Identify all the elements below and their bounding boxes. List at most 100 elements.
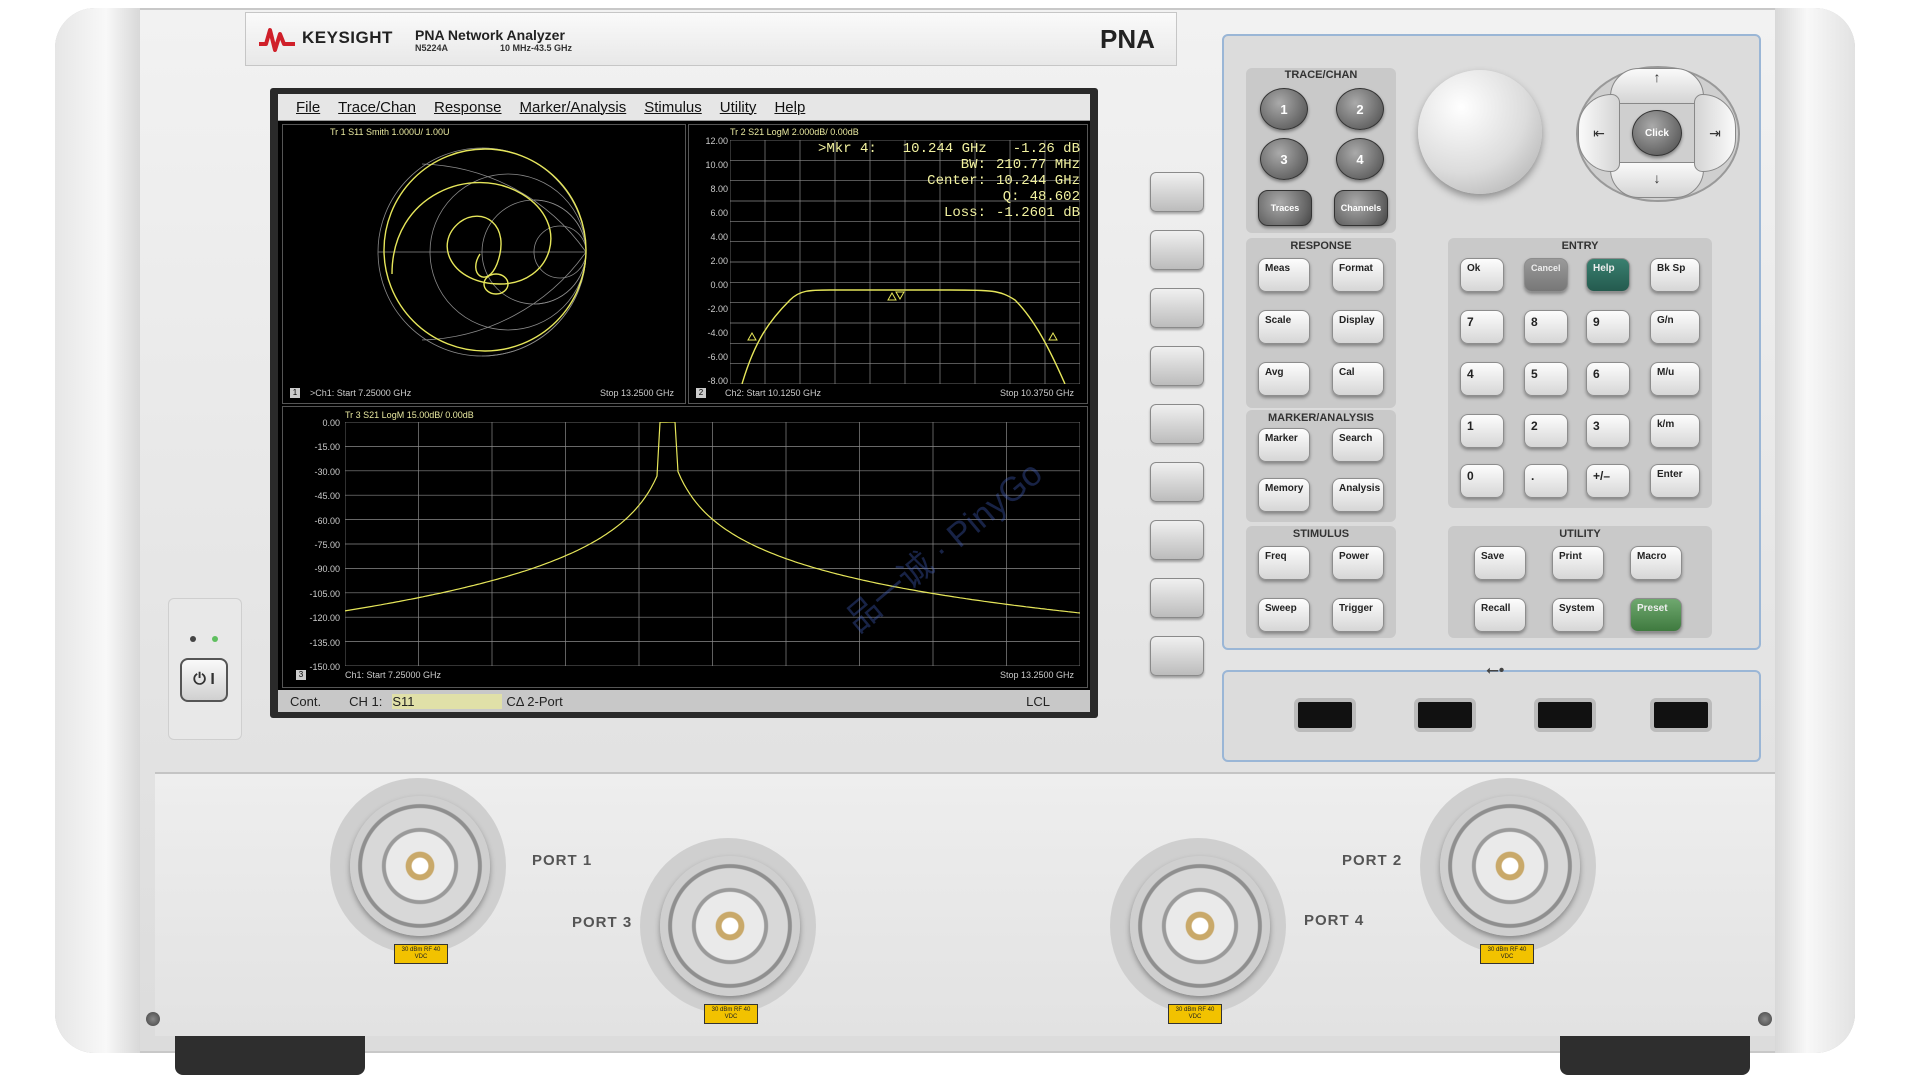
power-button[interactable]: ⏻ I (180, 658, 228, 702)
cal-status: CΔ 2-Port (506, 693, 563, 709)
remote-status: LCL (1026, 693, 1050, 709)
softkey-3[interactable] (1150, 288, 1204, 328)
preset-key[interactable]: Preset (1630, 598, 1682, 632)
usb-port-2[interactable] (1414, 698, 1476, 732)
key-7[interactable]: 7 (1460, 310, 1504, 344)
print-key[interactable]: Print (1552, 546, 1604, 580)
avg-key[interactable]: Avg (1258, 362, 1310, 396)
macro-key[interactable]: Macro (1630, 546, 1682, 580)
plus-minus-key[interactable]: +/– (1586, 464, 1630, 498)
pane1-start: >Ch1: Start 7.25000 GHz (310, 388, 412, 398)
click-button[interactable]: Click (1632, 110, 1682, 156)
active-parameter[interactable]: S11 (392, 693, 503, 709)
key-3[interactable]: 3 (1586, 414, 1630, 448)
search-key[interactable]: Search (1332, 428, 1384, 462)
series-name: PNA (1100, 24, 1155, 54)
power-led-icon (212, 636, 218, 642)
kilo-milli-key[interactable]: k/m (1650, 414, 1700, 448)
stimulus-title: STIMULUS (1292, 528, 1350, 540)
menu-marker-analysis[interactable]: Marker/Analysis (520, 99, 627, 116)
cal-key[interactable]: Cal (1332, 362, 1384, 396)
marker-key[interactable]: Marker (1258, 428, 1310, 462)
channel-key-2[interactable]: 2 (1336, 88, 1384, 130)
key-8[interactable]: 8 (1524, 310, 1568, 344)
softkey-9[interactable] (1150, 636, 1204, 676)
power-key[interactable]: Power (1332, 546, 1384, 580)
port1-connector[interactable] (350, 796, 490, 936)
key-6[interactable]: 6 (1586, 362, 1630, 396)
menu-response[interactable]: Response (434, 99, 502, 116)
key-5[interactable]: 5 (1524, 362, 1568, 396)
softkey-6[interactable] (1150, 462, 1204, 502)
key-0[interactable]: 0 (1460, 464, 1504, 498)
port4-label: PORT 4 (1304, 912, 1365, 929)
menu-utility[interactable]: Utility (720, 99, 757, 116)
menu-trace-chan[interactable]: Trace/Chan (338, 99, 416, 116)
decimal-key[interactable]: . (1524, 464, 1568, 498)
giga-nano-key[interactable]: G/n (1650, 310, 1700, 344)
y-tick-label: -8.00 (707, 376, 728, 386)
save-key[interactable]: Save (1474, 546, 1526, 580)
memory-key[interactable]: Memory (1258, 478, 1310, 512)
nav-up-button[interactable]: ↑ (1610, 68, 1704, 104)
format-key[interactable]: Format (1332, 258, 1384, 292)
rotary-knob[interactable] (1418, 70, 1542, 194)
y-tick-label: -60.00 (314, 515, 340, 526)
sweep-key[interactable]: Sweep (1258, 598, 1310, 632)
menu-file[interactable]: File (296, 99, 320, 116)
utility-title: UTILITY (1559, 528, 1601, 540)
key-9[interactable]: 9 (1586, 310, 1630, 344)
channel-key-3[interactable]: 3 (1260, 138, 1308, 180)
port3-connector[interactable] (660, 856, 800, 996)
softkey-2[interactable] (1150, 230, 1204, 270)
help-key[interactable]: Help (1586, 258, 1630, 292)
marker-label: >Mkr 4: (818, 141, 877, 157)
softkey-4[interactable] (1150, 346, 1204, 386)
cancel-key[interactable]: Cancel (1524, 258, 1568, 292)
key-4[interactable]: 4 (1460, 362, 1504, 396)
y-tick-label: -135.00 (309, 637, 340, 648)
softkey-1[interactable] (1150, 172, 1204, 212)
y-tick-label: 12.00 (705, 136, 728, 146)
freq-key[interactable]: Freq (1258, 546, 1310, 580)
pane2-stop: Stop 10.3750 GHz (1000, 388, 1075, 398)
nav-down-button[interactable]: ↓ (1610, 162, 1704, 198)
left-foot (175, 1030, 365, 1075)
scale-key[interactable]: Scale (1258, 310, 1310, 344)
usb-icon: ⭠• (1486, 662, 1505, 679)
display-key[interactable]: Display (1332, 310, 1384, 344)
loss-value: -1.2601 dB (995, 205, 1080, 221)
key-2[interactable]: 2 (1524, 414, 1568, 448)
y-tick-label: -30.00 (314, 466, 340, 477)
marker-value: -1.26 dB (1012, 141, 1080, 157)
system-key[interactable]: System (1552, 598, 1604, 632)
port4-connector[interactable] (1130, 856, 1270, 996)
trigger-key[interactable]: Trigger (1332, 598, 1384, 632)
pane3-start: Ch1: Start 7.25000 GHz (345, 670, 442, 680)
analysis-key[interactable]: Analysis (1332, 478, 1384, 512)
usb-port-3[interactable] (1534, 698, 1596, 732)
meas-key[interactable]: Meas (1258, 258, 1310, 292)
usb-port-4[interactable] (1650, 698, 1712, 732)
key-1[interactable]: 1 (1460, 414, 1504, 448)
center-label: Center: (927, 173, 986, 189)
softkey-7[interactable] (1150, 520, 1204, 560)
menu-stimulus[interactable]: Stimulus (644, 99, 702, 116)
port2-connector[interactable] (1440, 796, 1580, 936)
mega-micro-key[interactable]: M/u (1650, 362, 1700, 396)
channel-key-1[interactable]: 1 (1260, 88, 1308, 130)
menu-help[interactable]: Help (774, 99, 805, 116)
traces-key[interactable]: Traces (1258, 190, 1312, 226)
y-tick-label: 10.00 (705, 160, 728, 170)
recall-key[interactable]: Recall (1474, 598, 1526, 632)
backspace-key[interactable]: Bk Sp (1650, 258, 1700, 292)
enter-key[interactable]: Enter (1650, 464, 1700, 498)
softkey-5[interactable] (1150, 404, 1204, 444)
softkey-8[interactable] (1150, 578, 1204, 618)
ok-key[interactable]: Ok (1460, 258, 1504, 292)
channel-key-4[interactable]: 4 (1336, 138, 1384, 180)
y-tick-label: -150.00 (309, 662, 340, 672)
usb-port-1[interactable] (1294, 698, 1356, 732)
channels-key[interactable]: Channels (1334, 190, 1388, 226)
y-tick-label: -90.00 (314, 564, 340, 575)
